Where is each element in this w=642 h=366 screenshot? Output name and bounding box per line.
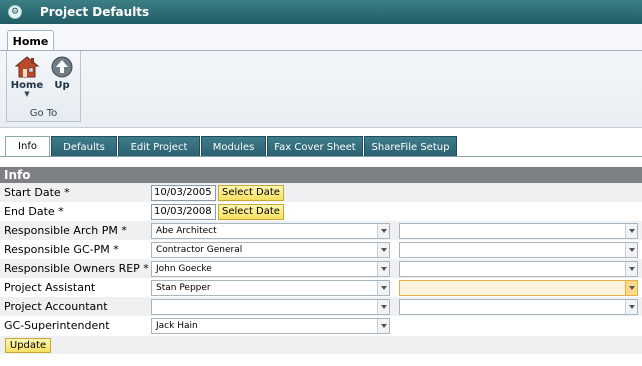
section-header: Info [0, 167, 642, 183]
arch-pm-secondary-select[interactable] [399, 223, 638, 239]
owners-rep-select[interactable]: John Goecke [151, 261, 390, 277]
chevron-down-icon[interactable] [377, 300, 389, 314]
chevron-down-icon[interactable] [625, 300, 637, 314]
title-bar: ⚙ Project Defaults [0, 0, 642, 24]
owners-rep-secondary-select[interactable] [399, 261, 638, 277]
owners-rep-value: John Goecke [156, 264, 212, 274]
project-assistant-select[interactable]: Stan Pepper [151, 280, 390, 296]
chevron-down-icon[interactable] [377, 262, 389, 276]
end-date-select-button[interactable]: Select Date [218, 204, 284, 220]
up-arrow-icon [51, 56, 73, 78]
project-accountant-label: Project Accountant [4, 300, 108, 313]
gc-pm-select[interactable]: Contractor General [151, 242, 390, 258]
chevron-down-icon[interactable] [377, 224, 389, 238]
ribbon-group-goto: Home ▼ Up Go To [6, 51, 81, 122]
project-assistant-value: Stan Pepper [156, 283, 211, 293]
project-accountant-secondary-select[interactable] [399, 299, 638, 315]
arch-pm-row: Responsible Arch PM * Abe Architect [0, 221, 642, 240]
project-accountant-row: Project Accountant [0, 297, 642, 316]
project-assistant-label: Project Assistant [4, 281, 96, 294]
chevron-down-icon[interactable] [625, 281, 637, 295]
chevron-down-icon[interactable] [377, 243, 389, 257]
end-date-label: End Date * [4, 205, 64, 218]
tab-divider [0, 156, 642, 157]
chevron-down-icon[interactable] [625, 243, 637, 257]
chevron-down-icon[interactable] [625, 262, 637, 276]
home-button[interactable]: Home ▼ [10, 55, 44, 99]
tab-sharefile-setup[interactable]: ShareFile Setup [364, 136, 457, 157]
update-button[interactable]: Update [5, 338, 51, 353]
up-button-label: Up [54, 80, 70, 91]
tab-defaults[interactable]: Defaults [51, 136, 117, 157]
tab-edit-project[interactable]: Edit Project [118, 136, 200, 157]
project-assistant-secondary-select[interactable] [399, 280, 638, 296]
gc-pm-label: Responsible GC-PM * [4, 243, 119, 256]
gc-superintendent-label: GC-Superintendent [4, 319, 110, 332]
chevron-down-icon[interactable] [377, 281, 389, 295]
ribbon-divider [0, 50, 642, 51]
chevron-down-icon[interactable] [625, 224, 637, 238]
start-date-row: Start Date * 10/03/2005 Select Date [0, 183, 642, 202]
chevron-down-icon: ▼ [24, 90, 30, 98]
start-date-select-button[interactable]: Select Date [218, 185, 284, 201]
ribbon-tab-home[interactable]: Home [7, 30, 54, 51]
end-date-input[interactable]: 10/03/2008 [151, 204, 216, 220]
form-footer [0, 336, 642, 354]
project-assistant-row: Project Assistant Stan Pepper [0, 278, 642, 297]
tab-info[interactable]: Info [5, 136, 50, 157]
end-date-row: End Date * 10/03/2008 Select Date [0, 202, 642, 221]
tab-modules[interactable]: Modules [201, 136, 266, 157]
arch-pm-select[interactable]: Abe Architect [151, 223, 390, 239]
gc-superintendent-value: Jack Hain [156, 321, 198, 331]
chevron-down-icon[interactable] [377, 319, 389, 333]
house-icon [14, 56, 40, 78]
start-date-label: Start Date * [4, 186, 70, 199]
gc-pm-row: Responsible GC-PM * Contractor General [0, 240, 642, 259]
window-title: Project Defaults [40, 5, 150, 19]
gc-superintendent-select[interactable]: Jack Hain [151, 318, 390, 334]
tab-strip: Info Defaults Edit Project Modules Fax C… [5, 136, 458, 157]
project-accountant-select[interactable] [151, 299, 390, 315]
project-form: Start Date * 10/03/2005 Select Date End … [0, 183, 642, 335]
arch-pm-label: Responsible Arch PM * [4, 224, 127, 237]
gc-superintendent-row: GC-Superintendent Jack Hain [0, 316, 642, 335]
arch-pm-value: Abe Architect [156, 226, 217, 236]
owners-rep-row: Responsible Owners REP * John Goecke [0, 259, 642, 278]
owners-rep-label: Responsible Owners REP * [4, 262, 149, 275]
ribbon-group-label: Go To [29, 108, 58, 119]
start-date-input[interactable]: 10/03/2005 [151, 185, 216, 201]
gc-pm-secondary-select[interactable] [399, 242, 638, 258]
app-icon: ⚙ [8, 5, 22, 19]
ribbon: Home Home ▼ Up Go To [0, 24, 642, 128]
gc-pm-value: Contractor General [156, 245, 243, 255]
tab-fax-cover-sheet[interactable]: Fax Cover Sheet [267, 136, 363, 157]
up-button[interactable]: Up [45, 55, 79, 99]
